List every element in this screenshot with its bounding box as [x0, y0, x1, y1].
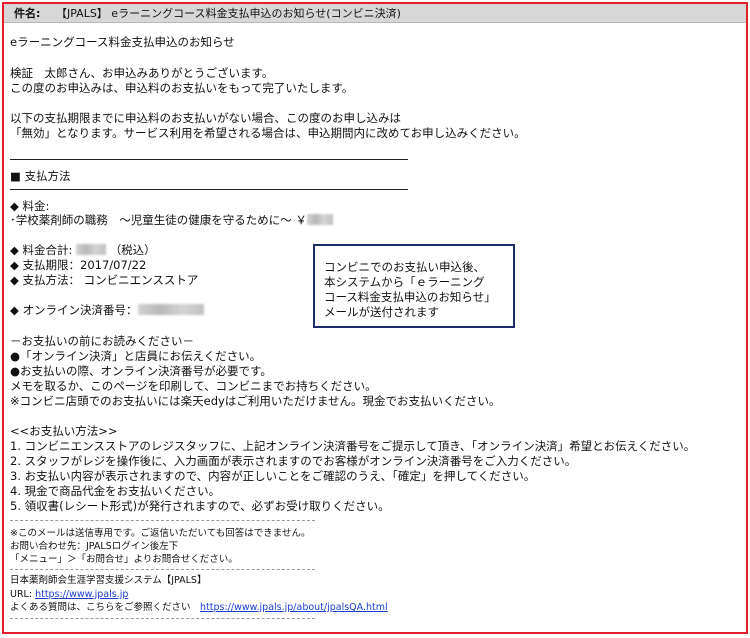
step-item: 2. スタッフがレジを操作後に、入力画面が表示されますのでお客様がオンライン決済…: [10, 454, 577, 468]
callout-line-4: メールが送付されます: [324, 305, 439, 319]
fee-item: ･学校薬剤師の職務 ～児童生徒の健康を守るために～ ￥: [10, 213, 333, 228]
annotation-callout: コンビニでのお支払い申込後、 本システムから「ｅラーニング コース料金支払申込の…: [313, 244, 515, 328]
section-rule-top: [10, 159, 408, 160]
footer-faq-row: よくある質問は、こちらをご参照ください https://www.jpals.jp…: [10, 601, 388, 614]
footer-faq-label: よくある質問は、こちらをご参照ください: [10, 602, 201, 613]
before-pay-line-2: ●お支払いの際、オンライン決済番号が必要です。: [10, 364, 272, 378]
footer-url-link[interactable]: https://www.jpals.jp: [35, 589, 128, 600]
fee-label: ◆ 料金:: [10, 199, 50, 213]
redacted-price: [306, 214, 333, 225]
footer-divider-top: [10, 520, 315, 521]
footer-note-2: お問い合わせ先：JPALSログイン後左下: [10, 541, 179, 552]
greeting-line-2: この度のお申込みは、申込料のお支払いをもって完了いたします。: [10, 81, 354, 95]
step-item: 4. 現金で商品代金をお支払いください。: [10, 484, 221, 498]
fee-item-text: ･学校薬剤師の職務 ～児童生徒の健康を守るために～ ￥: [10, 213, 307, 227]
email-subject-bar: 件名: 【JPALS】 eラーニングコース料金支払申込のお知らせ(コンビニ決済): [4, 4, 746, 23]
greeting-line-1: 検証 太郎さん、お申込みありがとうございます。: [10, 66, 274, 80]
online-number-label: ◆ オンライン決済番号：: [10, 303, 138, 317]
callout-line-1: コンビニでのお支払い申込後、: [324, 260, 485, 274]
redacted-total: [76, 244, 107, 255]
before-pay-line-4: ※コンビニ店頭でのお支払いには楽天edyはご利用いただけません。現金でお支払いく…: [10, 394, 501, 408]
online-number-row: ◆ オンライン決済番号：: [10, 303, 204, 318]
footer-note-3: 「メニュー」＞「お問合せ」よりお問合せください。: [10, 554, 238, 565]
notice-line-1: 以下の支払期限までに申込料のお支払いがない場合、この度のお申し込みは: [10, 111, 401, 125]
total-row: ◆ 料金合計: （税込）: [10, 243, 156, 258]
footer-org: 日本薬剤師会生涯学習支援システム【JPALS】: [10, 575, 207, 586]
deadline-row: ◆ 支払期限：2017/07/22: [10, 258, 147, 272]
callout-line-2: 本システムから「ｅラーニング: [324, 275, 485, 289]
redacted-online-number: [137, 304, 204, 315]
step-item: 5. 領収書(レシート形式)が発行されますので、必ずお受け取りください。: [10, 499, 390, 513]
callout-line-3: コース料金支払申込のお知らせ」: [324, 290, 496, 304]
step-item: 3. お支払い内容が表示されますので、内容が正しいことをご確認のうえ、「確定」を…: [10, 469, 536, 483]
footer-url-row: URL: https://www.jpals.jp: [10, 588, 128, 601]
section-title: ■ 支払方法: [10, 169, 71, 183]
before-pay-title: －お支払いの前にお読みください－: [10, 334, 194, 348]
section-rule-bottom: [10, 189, 408, 190]
footer-url-label: URL:: [10, 589, 36, 600]
before-pay-line-1: ●「オンライン決済」と店員にお伝えください。: [10, 349, 262, 363]
subject-text: 【JPALS】 eラーニングコース料金支払申込のお知らせ(コンビニ決済): [56, 7, 401, 20]
email-heading: eラーニングコース料金支払申込のお知らせ: [10, 35, 235, 49]
footer-note-1: ※このメールは送信専用です。ご返信いただいても回答はできません。: [10, 528, 311, 539]
footer-faq-link[interactable]: https://www.jpals.jp/about/jpalsQA.html: [200, 602, 388, 613]
how-to-pay-title: <<お支払い方法>>: [10, 424, 118, 438]
method-row: ◆ 支払方法： コンビニエンスストア: [10, 273, 199, 287]
step-item: 1. コンビニエンスストアのレジスタッフに、上記オンライン決済番号をご提示して頂…: [10, 439, 696, 453]
footer-divider-mid: [10, 569, 315, 570]
total-label: ◆ 料金合計:: [10, 243, 73, 257]
total-suffix: （税込）: [109, 243, 156, 257]
before-pay-line-3: メモを取るか、このページを印刷して、コンビニまでお持ちください。: [10, 379, 377, 393]
footer-divider-bottom: [10, 618, 315, 619]
notice-line-2: 「無効」となります。サービス利用を希望される場合は、申込期間内に改めてお申し込み…: [10, 126, 526, 140]
subject-label: 件名:: [14, 7, 41, 20]
